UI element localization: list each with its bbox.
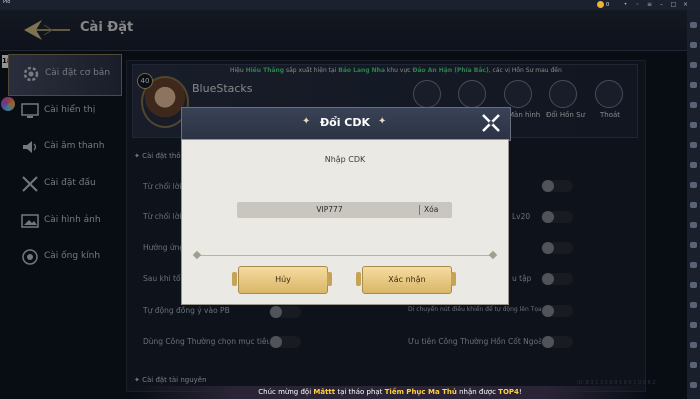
cdk-input-value[interactable]: VIP777 (237, 202, 422, 218)
coin-count: 0 (606, 2, 610, 8)
maximize-icon[interactable]: □ (669, 1, 678, 9)
button-ornament (451, 272, 456, 286)
sidebar-tool-icon[interactable] (690, 102, 697, 108)
sidebar-tool-icon[interactable] (690, 342, 697, 348)
button-ornament (327, 272, 332, 286)
emulator-title-bar (0, 0, 700, 10)
close-window-icon[interactable]: × (681, 1, 690, 9)
button-ornament (232, 272, 237, 286)
dialog-title: Đổi CDK (319, 116, 371, 129)
button-ornament (356, 272, 361, 286)
account-icon[interactable]: ◦ (633, 1, 642, 9)
sidebar-tool-icon[interactable] (690, 202, 697, 208)
sidebar-tool-icon[interactable] (690, 222, 697, 228)
sidebar-tool-icon[interactable] (690, 262, 697, 268)
sidebar-tool-icon[interactable] (690, 122, 697, 128)
sidebar-tool-icon[interactable] (690, 82, 697, 88)
sidebar-tool-icon[interactable] (690, 182, 697, 188)
sidebar-tool-icon[interactable] (690, 22, 697, 28)
sidebar-tool-icon[interactable] (690, 142, 697, 148)
close-icon[interactable] (480, 112, 502, 134)
sidebar-tool-icon[interactable] (690, 302, 697, 308)
dialog-divider (197, 255, 493, 256)
sidebar-tool-icon[interactable] (690, 242, 697, 248)
coin-icon (597, 1, 604, 8)
sidebar-tool-icon[interactable] (690, 322, 697, 328)
notification-icon[interactable]: • (621, 1, 630, 9)
sidebar-tool-icon[interactable] (690, 162, 697, 168)
cdk-input-label: Nhập CDK (324, 155, 366, 164)
cancel-button[interactable]: Hủy (238, 266, 328, 294)
confirm-button[interactable]: Xác nhận (362, 266, 452, 294)
sidebar-tool-icon[interactable] (690, 282, 697, 288)
sidebar-tool-icon[interactable] (690, 382, 697, 388)
input-separator (419, 205, 420, 215)
sidebar-tool-icon[interactable] (690, 42, 697, 48)
minimize-icon[interactable]: – (657, 1, 666, 9)
sidebar-tool-icon[interactable] (690, 362, 697, 368)
emulator-app-name: Pio (3, 0, 11, 5)
menu-icon[interactable]: ≡ (645, 1, 654, 9)
sidebar-tool-icon[interactable] (690, 62, 697, 68)
announcement-banner: Chúc mừng đội Mâttt tại tháo phạt Tiềm P… (130, 386, 650, 399)
clear-button[interactable]: Xóa (424, 202, 446, 218)
